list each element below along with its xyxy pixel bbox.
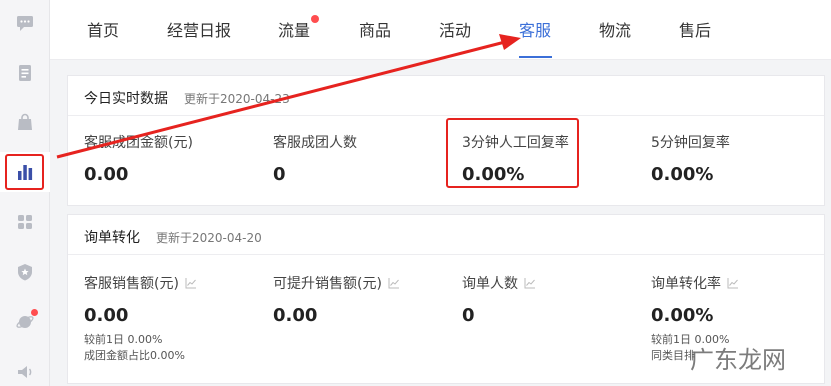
sidebar-item-data[interactable] (0, 152, 50, 192)
card-header: 今日实时数据 更新于2020-04-23 (68, 76, 824, 116)
metric-label: 可提升销售额(元) (273, 273, 400, 293)
group-amount-ratio: 成团金额占比0.00% (84, 349, 185, 362)
metric-5min-reply-rate: 5分钟回复率 0.00% (651, 132, 730, 185)
sidebar-item-messages[interactable] (0, 3, 50, 43)
chat-icon (17, 16, 33, 31)
metric-value: 0.00 (273, 305, 318, 326)
updated-time: 更新于2020-04-23 (184, 92, 290, 106)
metric-label: 客服销售额(元) (84, 273, 197, 293)
metric-label: 3分钟人工回复率 (462, 135, 569, 151)
metric-label-text: 可提升销售额(元) (273, 276, 382, 292)
apps-grid-icon (18, 215, 32, 229)
metric-label-text: 客服销售额(元) (84, 276, 179, 292)
sidebar (0, 0, 50, 386)
card-title: 询单转化 (84, 230, 140, 246)
active-tab-indicator (519, 56, 552, 58)
metric-label: 客服成团金额(元) (84, 135, 193, 151)
metric-label: 询单人数 (462, 273, 536, 293)
sidebar-item-documents[interactable] (0, 53, 50, 93)
metric-value: 0.00 (84, 305, 129, 326)
card-header: 询单转化 更新于2020-04-20 (68, 215, 824, 255)
metric-cs-sales: 客服销售额(元) 0.00 较前1日 0.00% 成团金额占比0.00% (84, 273, 197, 364)
shield-star-icon (18, 264, 32, 281)
notification-dot (31, 309, 38, 316)
metric-cs-group-amount: 客服成团金额(元) 0.00 (84, 132, 193, 185)
metric-cs-group-count: 客服成团人数 0 (273, 132, 357, 185)
metric-label: 5分钟回复率 (651, 135, 730, 151)
tab-goods[interactable]: 商品 (359, 17, 391, 41)
metric-value: 0.00% (462, 164, 525, 185)
trend-chart-icon[interactable] (727, 277, 739, 289)
metric-value: 0.00% (651, 305, 714, 326)
watermark: 广东龙网 (690, 346, 786, 374)
metric-inquiry-count: 询单人数 0 (462, 273, 536, 326)
sidebar-item-security[interactable] (0, 252, 50, 292)
updated-time: 更新于2020-04-20 (156, 231, 262, 245)
tab-home[interactable]: 首页 (87, 17, 119, 41)
card-title: 今日实时数据 (84, 91, 168, 107)
metric-value: 0.00% (651, 164, 714, 185)
metric-improvable-sales: 可提升销售额(元) 0.00 (273, 273, 400, 326)
trend-chart-icon[interactable] (388, 277, 400, 289)
metric-label-text: 询单转化率 (651, 276, 721, 292)
trend-chart-icon[interactable] (524, 277, 536, 289)
top-tabs: 首页 经营日报 流量 商品 活动 客服 物流 售后 (50, 0, 831, 60)
tab-traffic[interactable]: 流量 (278, 17, 310, 41)
trend-chart-icon[interactable] (185, 277, 197, 289)
tab-logistics[interactable]: 物流 (599, 17, 631, 41)
metric-value: 0 (462, 305, 475, 326)
tab-after-sales[interactable]: 售后 (679, 17, 711, 41)
compare-prev-day: 较前1日 0.00% (84, 333, 163, 346)
notification-dot (311, 15, 319, 23)
bar-chart-icon (18, 165, 33, 180)
metric-label: 客服成团人数 (273, 135, 357, 151)
metric-label-text: 询单人数 (462, 276, 518, 292)
tab-daily-report[interactable]: 经营日报 (167, 17, 231, 41)
speaker-icon (18, 366, 32, 378)
metric-label: 询单转化率 (651, 273, 739, 293)
realtime-data-card: 今日实时数据 更新于2020-04-23 客服成团金额(元) 0.00 客服成团… (67, 75, 825, 206)
sidebar-item-goods[interactable] (0, 102, 50, 142)
tab-customer-service[interactable]: 客服 (519, 17, 551, 41)
tab-activity[interactable]: 活动 (439, 17, 471, 41)
metric-3min-reply-rate: 3分钟人工回复率 0.00% (462, 132, 569, 185)
sidebar-item-explore[interactable] (0, 302, 50, 342)
document-icon (19, 65, 31, 81)
sidebar-item-apps[interactable] (0, 202, 50, 242)
sidebar-item-announcements[interactable] (0, 352, 50, 386)
metric-value: 0 (273, 164, 286, 185)
bag-icon (18, 113, 32, 130)
metric-value: 0.00 (84, 164, 129, 185)
